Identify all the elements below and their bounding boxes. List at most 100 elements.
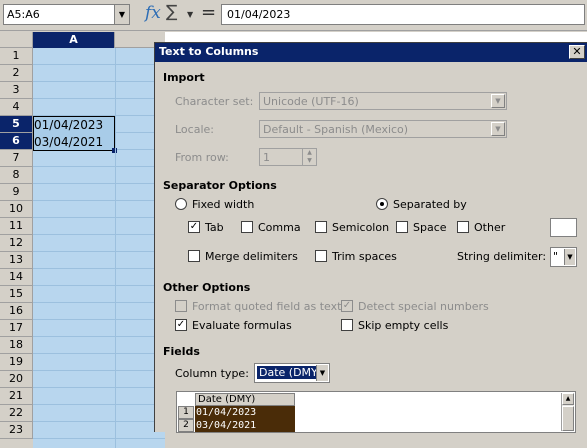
row-header[interactable]: 12 [0, 235, 33, 252]
charset-label: Character set: [175, 95, 254, 108]
evaluate-formulas-checkbox[interactable]: ✓ [175, 319, 187, 331]
row-header[interactable]: 1 [0, 48, 33, 65]
chevron-down-icon: ▼ [491, 122, 505, 136]
tab-label: Tab [205, 221, 224, 234]
tab-checkbox[interactable]: ✓ [188, 221, 200, 233]
row-header[interactable]: 4 [0, 99, 33, 116]
row-header[interactable]: 15 [0, 286, 33, 303]
row-header[interactable]: 11 [0, 218, 33, 235]
row-grid-line [33, 319, 165, 320]
formula-icon[interactable]: = [201, 2, 216, 23]
merge-delimiters-checkbox[interactable] [188, 250, 200, 262]
fields-preview[interactable]: Date (DMY) 1 01/04/2023 2 03/04/2021 ▲ [176, 391, 576, 433]
row-grid-line [33, 183, 165, 184]
format-quoted-label: Format quoted field as text [192, 300, 342, 313]
format-quoted-checkbox[interactable] [175, 300, 187, 312]
function-wizard-icon[interactable]: fx [145, 3, 161, 23]
string-delimiter-value: " [553, 250, 559, 263]
separator-heading: Separator Options [163, 179, 277, 192]
fields-heading: Fields [163, 345, 200, 358]
preview-cell[interactable]: 03/04/2021 [195, 419, 295, 432]
dialog-titlebar[interactable]: Text to Columns ✕ [155, 43, 587, 62]
space-checkbox[interactable] [396, 221, 408, 233]
semicolon-label: Semicolon [332, 221, 390, 234]
other-label: Other [474, 221, 506, 234]
chevron-up-icon[interactable]: ▲ [562, 393, 574, 405]
sum-icon[interactable]: ∑ [166, 2, 177, 22]
close-button[interactable]: ✕ [569, 45, 585, 59]
preview-column-header[interactable]: Date (DMY) [195, 393, 295, 406]
evaluate-formulas-label: Evaluate formulas [192, 319, 292, 332]
semicolon-checkbox[interactable] [315, 221, 327, 233]
other-delimiter-input[interactable] [550, 218, 577, 237]
chevron-up-icon[interactable]: ▲ [303, 149, 316, 157]
row-header[interactable]: 16 [0, 303, 33, 320]
fixed-width-radio[interactable] [175, 198, 187, 210]
trim-spaces-label: Trim spaces [332, 250, 397, 263]
row-header[interactable]: 10 [0, 201, 33, 218]
row-header[interactable]: 6 [0, 133, 33, 150]
row-header[interactable]: 20 [0, 371, 33, 388]
row-header[interactable]: 5 [0, 116, 33, 133]
fromrow-stepper[interactable]: 1 ▲ ▼ [259, 148, 317, 166]
preview-cell[interactable]: 01/04/2023 [195, 406, 295, 419]
other-checkbox[interactable] [457, 221, 469, 233]
row-header[interactable]: 7 [0, 150, 33, 167]
row-grid-line [33, 200, 165, 201]
formula-input[interactable]: 01/04/2023 [221, 4, 585, 25]
preview-scrollbar[interactable]: ▲ [561, 393, 574, 431]
row-grid-line [33, 217, 165, 218]
row-grid-line [33, 251, 165, 252]
row-header[interactable]: 19 [0, 354, 33, 371]
cell-a5[interactable]: 01/04/2023 [33, 117, 115, 134]
column-a-cells[interactable] [33, 48, 115, 448]
cell-a6[interactable]: 03/04/2021 [33, 134, 115, 151]
chevron-down-icon: ▼ [316, 365, 328, 381]
chevron-down-icon[interactable]: ▼ [187, 10, 193, 19]
select-all-corner[interactable] [0, 32, 33, 48]
trim-spaces-checkbox[interactable] [315, 250, 327, 262]
chevron-down-icon[interactable]: ▼ [114, 5, 129, 24]
skip-empty-checkbox[interactable] [341, 319, 353, 331]
row-header[interactable]: 21 [0, 388, 33, 405]
name-box[interactable]: A5:A6 ▼ [3, 4, 130, 25]
row-grid-line [33, 404, 165, 405]
column-type-select[interactable]: Date (DMY) ▼ [254, 363, 330, 383]
row-header[interactable]: 14 [0, 269, 33, 286]
row-header[interactable]: 2 [0, 65, 33, 82]
comma-checkbox[interactable] [241, 221, 253, 233]
scroll-thumb[interactable] [562, 406, 574, 431]
row-header[interactable]: 18 [0, 337, 33, 354]
chevron-down-icon: ▼ [564, 249, 575, 265]
column-header-a[interactable]: A [33, 32, 115, 48]
row-grid-line [33, 98, 165, 99]
column-grid-line [115, 48, 116, 448]
charset-select[interactable]: Unicode (UTF-16) ▼ [259, 92, 507, 110]
import-heading: Import [163, 71, 205, 84]
name-box-value: A5:A6 [7, 8, 40, 21]
separated-by-radio[interactable] [376, 198, 388, 210]
row-grid-line [33, 64, 165, 65]
row-header[interactable]: 8 [0, 167, 33, 184]
skip-empty-label: Skip empty cells [358, 319, 449, 332]
locale-select[interactable]: Default - Spanish (Mexico) ▼ [259, 120, 507, 138]
row-header[interactable]: 23 [0, 422, 33, 439]
detect-special-label: Detect special numbers [358, 300, 489, 313]
row-header[interactable]: 9 [0, 184, 33, 201]
dialog-title: Text to Columns [159, 45, 259, 58]
row-header[interactable]: 17 [0, 320, 33, 337]
row-grid-line [33, 302, 165, 303]
stepper-buttons[interactable]: ▲ ▼ [302, 149, 316, 165]
string-delimiter-select[interactable]: " ▼ [550, 247, 577, 267]
locale-label: Locale: [175, 123, 214, 136]
merge-delimiters-label: Merge delimiters [205, 250, 298, 263]
row-grid-line [33, 234, 165, 235]
text-to-columns-dialog: Text to Columns ✕ Import Character set: … [154, 42, 587, 433]
radio-selected-dot [380, 202, 384, 206]
detect-special-checkbox[interactable]: ✓ [341, 300, 353, 312]
row-header[interactable]: 13 [0, 252, 33, 269]
chevron-down-icon[interactable]: ▼ [303, 157, 316, 165]
row-header[interactable]: 3 [0, 82, 33, 99]
row-header[interactable]: 22 [0, 405, 33, 422]
row-grid-line [33, 387, 165, 388]
